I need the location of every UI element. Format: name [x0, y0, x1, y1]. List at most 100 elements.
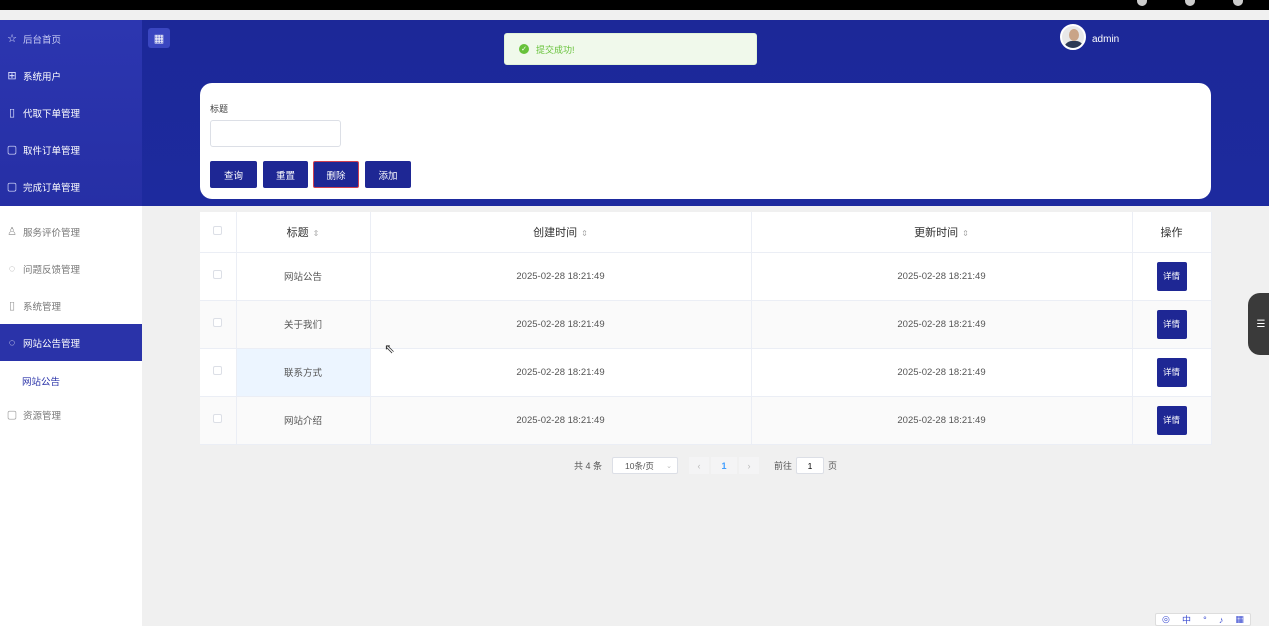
- clipboard-icon: ▯: [8, 107, 16, 119]
- prev-page-button[interactable]: ‹: [689, 457, 710, 474]
- sidebar-item-home[interactable]: ☆ 后台首页: [0, 20, 142, 57]
- menu-toggle-button[interactable]: ▦: [148, 28, 170, 48]
- query-button[interactable]: 查询: [210, 161, 257, 188]
- sidebar-item-pickup-orders[interactable]: ▢ 取件订单管理: [0, 131, 142, 168]
- apps-icon: ▦: [153, 32, 165, 45]
- cell-updated: 2025-02-28 18:21:49: [751, 300, 1133, 349]
- row-checkbox[interactable]: [213, 270, 223, 279]
- search-panel: 标题 查询 重置 删除 添加: [200, 83, 1211, 199]
- sidebar-item-announcements[interactable]: ◌ 网站公告管理: [0, 324, 142, 361]
- sort-icon[interactable]: ⇕: [962, 229, 969, 238]
- sidebar-item-label: 资源管理: [23, 410, 62, 422]
- window-control[interactable]: [1185, 0, 1195, 6]
- avatar[interactable]: [1060, 24, 1086, 50]
- sidebar-item-proxy-orders[interactable]: ▯ 代取下单管理: [0, 94, 142, 131]
- sort-icon[interactable]: ⇕: [581, 229, 588, 238]
- column-header-updated[interactable]: 更新时间 ⇕: [751, 212, 1133, 253]
- cell-created: 2025-02-28 18:21:49: [370, 300, 752, 349]
- sidebar-item-label: 问题反馈管理: [23, 264, 81, 276]
- pagination: 共 4 条 10条/页 ⌄ ‹ 1 › 前往 页: [574, 457, 837, 474]
- cell-title: 关于我们: [236, 300, 371, 349]
- table-row[interactable]: 网站公告 2025-02-28 18:21:49 2025-02-28 18:2…: [200, 252, 1212, 301]
- detail-button[interactable]: 详情: [1156, 405, 1187, 435]
- ime-punctuation-icon[interactable]: °: [1203, 615, 1207, 625]
- chevron-left-icon: ‹: [697, 460, 701, 471]
- chat-icon: ◌: [8, 336, 16, 349]
- cell-created: 2025-02-28 18:21:49: [370, 348, 752, 397]
- window-control[interactable]: [1233, 0, 1243, 6]
- row-select-cell[interactable]: [200, 300, 237, 349]
- cell-title: 网站介绍: [236, 396, 371, 445]
- cell-updated: 2025-02-28 18:21:49: [751, 252, 1133, 301]
- row-checkbox[interactable]: [213, 414, 223, 423]
- title-search-input[interactable]: [210, 120, 341, 147]
- sidebar-item-system-users[interactable]: ⊞ 系统用户: [0, 57, 142, 94]
- header-label: 创建时间: [533, 226, 578, 239]
- order-icon: ▢: [6, 144, 18, 156]
- detail-button[interactable]: 详情: [1156, 309, 1187, 339]
- goto-page-input[interactable]: [796, 457, 825, 474]
- cell-updated: 2025-02-28 18:21:49: [751, 348, 1133, 397]
- sidebar-item-system[interactable]: ▯ 系统管理: [0, 287, 142, 324]
- ime-logo-icon: ◎: [1162, 614, 1170, 624]
- ime-language[interactable]: 中: [1182, 613, 1191, 626]
- sidebar-item-completed-orders[interactable]: ▢ 完成订单管理: [0, 168, 142, 205]
- delete-button[interactable]: 删除: [313, 161, 359, 188]
- chevron-right-icon: ›: [747, 460, 751, 471]
- cell-created: 2025-02-28 18:21:49: [370, 252, 752, 301]
- star-icon: ☆: [7, 33, 17, 45]
- table-row[interactable]: 联系方式 2025-02-28 18:21:49 2025-02-28 18:2…: [200, 348, 1212, 397]
- table-row[interactable]: 关于我们 2025-02-28 18:21:49 2025-02-28 18:2…: [200, 300, 1212, 349]
- user-icon: ♙: [7, 226, 17, 238]
- sidebar-item-reviews[interactable]: ♙ 服务评价管理: [0, 213, 142, 250]
- order-done-icon: ▢: [6, 181, 18, 193]
- next-page-button[interactable]: ›: [739, 457, 760, 474]
- sidebar-item-feedback[interactable]: ◌ 问题反馈管理: [0, 250, 142, 287]
- file-icon: ▢: [6, 409, 18, 421]
- search-label: 标题: [210, 104, 229, 114]
- cell-created: 2025-02-28 18:21:49: [370, 396, 752, 445]
- add-button[interactable]: 添加: [365, 161, 411, 188]
- sidebar-subitem-announcement[interactable]: 网站公告: [22, 374, 60, 388]
- list-icon: ☰: [1256, 318, 1266, 330]
- cell-title: 联系方式: [236, 348, 371, 397]
- row-select-cell[interactable]: [200, 348, 237, 397]
- username[interactable]: admin: [1092, 34, 1119, 45]
- page-size-select[interactable]: 10条/页 ⌄: [612, 457, 679, 474]
- row-select-cell[interactable]: [200, 252, 237, 301]
- reset-button[interactable]: 重置: [263, 161, 308, 188]
- table-row[interactable]: 网站介绍 2025-02-28 18:21:49 2025-02-28 18:2…: [200, 396, 1212, 445]
- browser-top-strip: [0, 0, 1269, 10]
- detail-button[interactable]: 详情: [1156, 357, 1187, 387]
- page-size-value: 10条/页: [625, 460, 654, 471]
- ime-toolbar[interactable]: ◎ 中 ° ♪ ▦: [1155, 613, 1251, 626]
- page-number-current[interactable]: 1: [711, 457, 738, 474]
- row-checkbox[interactable]: [213, 318, 223, 327]
- microphone-icon[interactable]: ♪: [1219, 615, 1224, 625]
- detail-button[interactable]: 详情: [1156, 261, 1187, 291]
- floating-side-tab[interactable]: ☰: [1248, 293, 1269, 355]
- cell-action: 详情: [1132, 252, 1212, 301]
- sidebar: ☆ 后台首页 ⊞ 系统用户 ▯ 代取下单管理 ▢ 取件订单管理 ▢ 完成订单管理…: [0, 20, 142, 626]
- select-all-cell[interactable]: [200, 212, 237, 253]
- column-header-title[interactable]: 标题 ⇕: [236, 212, 371, 253]
- goto-label: 前往: [774, 461, 793, 471]
- ime-grid-icon[interactable]: ▦: [1235, 614, 1244, 625]
- sort-icon[interactable]: ⇕: [313, 229, 320, 238]
- sidebar-item-resources[interactable]: ▢ 资源管理: [0, 396, 142, 433]
- select-all-checkbox[interactable]: [213, 225, 223, 235]
- toast-message: 提交成功!: [536, 44, 575, 55]
- cell-action: 详情: [1132, 300, 1212, 349]
- sidebar-item-label: 后台首页: [23, 34, 62, 46]
- row-select-cell[interactable]: [200, 396, 237, 445]
- cell-title: 网站公告: [236, 252, 371, 301]
- window-control[interactable]: [1137, 0, 1147, 6]
- table-header-row: 标题 ⇕ 创建时间 ⇕ 更新时间 ⇕ 操作: [200, 212, 1212, 253]
- sidebar-item-label: 服务评价管理: [23, 227, 81, 239]
- row-checkbox[interactable]: [213, 366, 223, 375]
- check-circle-icon: ✓: [519, 44, 529, 54]
- sidebar-item-label: 系统管理: [23, 301, 62, 313]
- header-label: 更新时间: [914, 226, 959, 239]
- sidebar-item-label: 代取下单管理: [23, 108, 81, 120]
- column-header-created[interactable]: 创建时间 ⇕: [370, 212, 752, 253]
